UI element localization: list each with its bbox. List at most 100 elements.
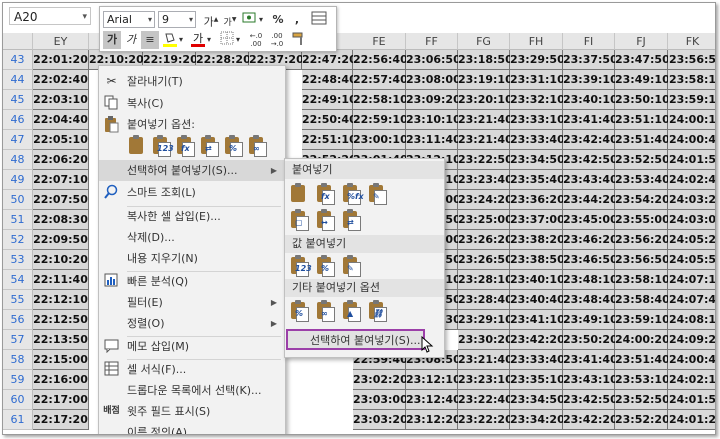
row-header[interactable]: 49 bbox=[3, 170, 33, 190]
chevron-down-icon[interactable]: ▾ bbox=[82, 8, 87, 26]
table-cell[interactable]: 23:46:50 bbox=[563, 250, 618, 270]
table-cell[interactable]: 23:49:10 bbox=[563, 310, 618, 330]
comma-style-button[interactable]: , bbox=[288, 11, 306, 29]
table-cell[interactable]: 22:01:20 bbox=[33, 50, 89, 70]
table-cell[interactable]: 24:07:1 bbox=[668, 270, 715, 290]
table-cell[interactable]: 22:13:50 bbox=[33, 330, 89, 350]
table-cell[interactable]: 24:02:1 bbox=[668, 370, 715, 390]
table-cell[interactable]: 23:22:50 bbox=[458, 150, 513, 170]
paste-icon[interactable] bbox=[289, 183, 309, 205]
row-header[interactable]: 52 bbox=[3, 230, 33, 250]
table-cell[interactable]: 22:03:10 bbox=[33, 90, 89, 110]
row-header[interactable]: 53 bbox=[3, 250, 33, 270]
table-cell[interactable]: 23:58:10 bbox=[615, 270, 670, 290]
table-cell[interactable]: 23:21:40 bbox=[458, 110, 513, 130]
row-header[interactable]: 46 bbox=[3, 110, 33, 130]
submenu-item-paste-special[interactable]: 선택하여 붙여넣기(S)... bbox=[286, 329, 425, 350]
table-cell[interactable]: 22:02:40 bbox=[33, 70, 89, 90]
table-cell[interactable]: 23:46:20 bbox=[563, 230, 618, 250]
row-header[interactable]: 50 bbox=[3, 190, 33, 210]
table-cell[interactable]: 23:33:10 bbox=[510, 110, 565, 130]
table-cell[interactable]: 23:26:20 bbox=[458, 230, 513, 250]
table-cell[interactable]: 23:50:10 bbox=[615, 90, 670, 110]
table-cell[interactable]: 23:25:00 bbox=[458, 210, 513, 230]
table-cell[interactable]: 22:50:40 bbox=[302, 110, 357, 130]
increase-decimal-icon[interactable]: ←.0.00 bbox=[247, 31, 265, 49]
table-cell[interactable]: 23:59:1 bbox=[668, 90, 715, 110]
chevron-down-icon[interactable]: ▾ bbox=[177, 31, 185, 49]
table-cell[interactable]: 23:54:20 bbox=[615, 190, 670, 210]
table-cell[interactable]: 23:03:20 bbox=[353, 410, 408, 430]
table-cell[interactable]: 24:00:1 bbox=[668, 110, 715, 130]
table-cell[interactable]: 22:12:50 bbox=[33, 310, 89, 330]
menu-item-phonetic[interactable]: 배점 윗주 필드 표시(S) bbox=[99, 401, 285, 422]
table-cell[interactable]: 24:00:20 bbox=[615, 330, 670, 350]
table-cell[interactable]: 24:05:5 bbox=[668, 250, 715, 270]
paste-values-source-format-icon[interactable]: ✎ bbox=[341, 255, 361, 277]
table-cell[interactable]: 23:52:50 bbox=[615, 390, 670, 410]
table-cell[interactable]: 23:34:50 bbox=[510, 150, 565, 170]
menu-item-insert-comment[interactable]: 메모 삽입(M) bbox=[99, 336, 285, 357]
row-header[interactable]: 61 bbox=[3, 410, 33, 430]
paste-link-icon[interactable]: ∞ bbox=[247, 135, 267, 157]
shrink-font-button[interactable]: 가▼ bbox=[221, 11, 239, 29]
chevron-down-icon[interactable]: ▾ bbox=[234, 31, 242, 49]
menu-item-copy[interactable]: 복사(C) bbox=[99, 93, 285, 114]
row-header[interactable]: 43 bbox=[3, 50, 33, 70]
table-cell[interactable]: 22:08:30 bbox=[33, 210, 89, 230]
table-cell[interactable]: 22:17:00 bbox=[33, 390, 89, 410]
table-cell[interactable]: 23:53:10 bbox=[615, 370, 670, 390]
table-cell[interactable]: 23:51:40 bbox=[615, 130, 670, 150]
chevron-down-icon[interactable]: ▾ bbox=[257, 11, 265, 29]
paste-formatting-icon[interactable]: % bbox=[289, 300, 309, 322]
table-cell[interactable]: 23:37:50 bbox=[563, 50, 618, 70]
table-cell[interactable]: 23:38:20 bbox=[510, 230, 565, 250]
table-cell[interactable]: 23:42:20 bbox=[510, 330, 565, 350]
column-header[interactable]: FJ bbox=[615, 33, 668, 50]
chevron-down-icon[interactable]: ▾ bbox=[205, 31, 213, 49]
table-cell[interactable]: 23:50:20 bbox=[563, 330, 618, 350]
table-cell[interactable]: 23:59:10 bbox=[615, 310, 670, 330]
grow-font-button[interactable]: 가▲ bbox=[202, 11, 220, 29]
table-cell[interactable]: 23:41:40 bbox=[563, 110, 618, 130]
table-cell[interactable]: 23:49:10 bbox=[615, 70, 670, 90]
table-cell[interactable]: 23:48:40 bbox=[563, 290, 618, 310]
menu-item-pick-list[interactable]: 드롭다운 목록에서 선택(K)... bbox=[99, 380, 285, 401]
table-cell[interactable]: 22:51:10 bbox=[302, 130, 357, 150]
bold-button[interactable]: 가 bbox=[103, 31, 121, 49]
paste-values-icon[interactable]: 123 bbox=[151, 135, 174, 157]
table-cell[interactable]: 23:40:10 bbox=[510, 270, 565, 290]
row-header[interactable]: 54 bbox=[3, 270, 33, 290]
table-cell[interactable]: 22:12:10 bbox=[33, 290, 89, 310]
table-cell[interactable]: 24:05:2 bbox=[668, 230, 715, 250]
font-size-box[interactable]: 9 ▾ bbox=[158, 11, 196, 28]
row-header[interactable]: 48 bbox=[3, 150, 33, 170]
table-cell[interactable]: 22:56:40 bbox=[353, 50, 408, 70]
table-cell[interactable]: 23:35:40 bbox=[510, 170, 565, 190]
table-cell[interactable]: 23:23:10 bbox=[458, 370, 513, 390]
table-cell[interactable]: 23:43:40 bbox=[563, 170, 618, 190]
column-header[interactable]: FG bbox=[458, 33, 510, 50]
paste-formatting-icon[interactable]: % bbox=[223, 135, 243, 157]
italic-button[interactable]: 가 bbox=[122, 31, 140, 49]
table-cell[interactable]: 23:30:20 bbox=[458, 330, 513, 350]
table-cell[interactable]: 23:21:40 bbox=[458, 130, 513, 150]
paste-transpose-icon[interactable]: ⇄ bbox=[199, 135, 219, 157]
table-cell[interactable]: 23:45:00 bbox=[563, 210, 618, 230]
paste-formulas-number-format-icon[interactable]: %fx bbox=[341, 183, 364, 205]
paste-values-number-format-icon[interactable]: % bbox=[315, 255, 335, 277]
table-cell[interactable]: 22:17:20 bbox=[33, 410, 89, 430]
table-cell[interactable]: 23:03:00 bbox=[353, 390, 408, 410]
table-cell[interactable]: 24:09:2 bbox=[668, 330, 715, 350]
chevron-down-icon[interactable]: ▾ bbox=[189, 12, 193, 28]
table-cell[interactable]: 23:53:40 bbox=[615, 170, 670, 190]
table-cell[interactable]: 23:09:20 bbox=[406, 90, 461, 110]
table-cell[interactable]: 22:10:20 bbox=[33, 250, 89, 270]
row-header[interactable]: 60 bbox=[3, 390, 33, 410]
table-cell[interactable]: 23:44:20 bbox=[563, 190, 618, 210]
table-cell[interactable]: 22:09:50 bbox=[33, 230, 89, 250]
table-cell[interactable]: 23:10:10 bbox=[406, 110, 461, 130]
table-cell[interactable]: 23:40:40 bbox=[510, 290, 565, 310]
row-header[interactable]: 51 bbox=[3, 210, 33, 230]
paste-no-borders-icon[interactable]: ▢ bbox=[289, 209, 309, 231]
